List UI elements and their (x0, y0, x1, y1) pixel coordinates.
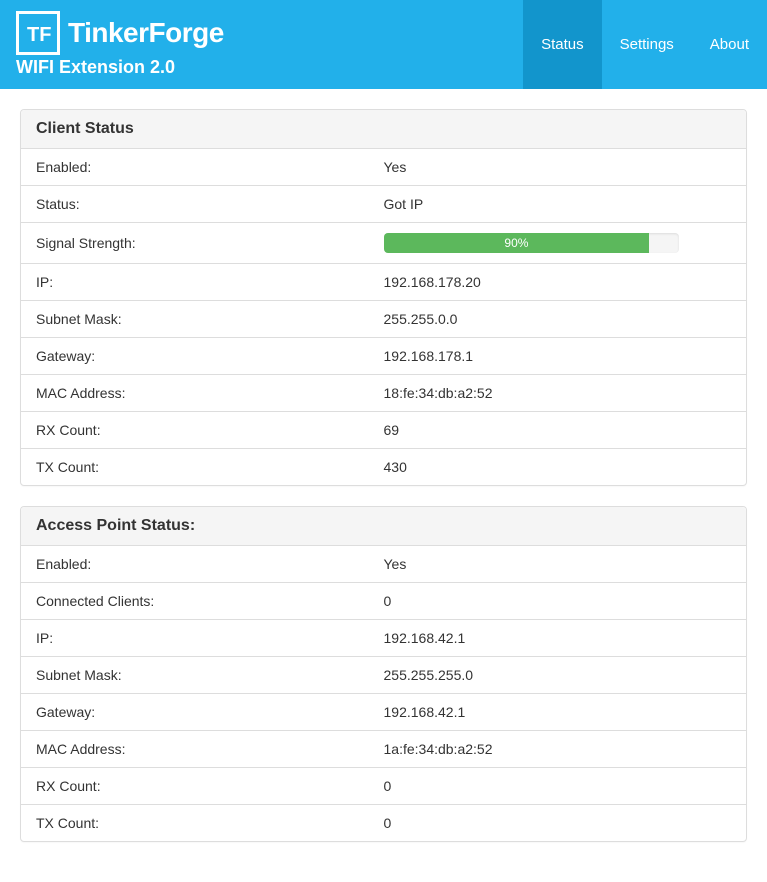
nav-about[interactable]: About (692, 0, 767, 89)
brand-name: TinkerForge (68, 17, 224, 49)
signal-progress-bar: 90% (384, 233, 650, 253)
svg-text:TF: TF (27, 24, 51, 46)
ap-ip-value: 192.168.42.1 (384, 630, 732, 646)
table-row: Subnet Mask: 255.255.0.0 (21, 301, 746, 338)
ap-tx-value: 0 (384, 815, 732, 831)
ap-enabled-value: Yes (384, 556, 732, 572)
table-row: Signal Strength: 90% (21, 223, 746, 264)
nav-status[interactable]: Status (523, 0, 602, 89)
main-content: Client Status Enabled: Yes Status: Got I… (0, 89, 767, 882)
table-row: Status: Got IP (21, 186, 746, 223)
table-row: MAC Address: 18:fe:34:db:a2:52 (21, 375, 746, 412)
client-rx-value: 69 (384, 422, 732, 438)
client-ip-label: IP: (36, 274, 384, 290)
table-row: Enabled: Yes (21, 149, 746, 186)
client-tx-value: 430 (384, 459, 732, 475)
ap-subnet-value: 255.255.255.0 (384, 667, 732, 683)
table-row: Enabled: Yes (21, 546, 746, 583)
client-subnet-value: 255.255.0.0 (384, 311, 732, 327)
nav: Status Settings About (523, 0, 767, 89)
ap-enabled-label: Enabled: (36, 556, 384, 572)
signal-progress: 90% (384, 233, 679, 253)
client-signal-label: Signal Strength: (36, 235, 384, 251)
table-row: RX Count: 69 (21, 412, 746, 449)
client-mac-value: 18:fe:34:db:a2:52 (384, 385, 732, 401)
client-signal-value: 90% (384, 233, 732, 253)
table-row: MAC Address: 1a:fe:34:db:a2:52 (21, 731, 746, 768)
ap-clients-value: 0 (384, 593, 732, 609)
client-mac-label: MAC Address: (36, 385, 384, 401)
ap-status-title: Access Point Status: (21, 507, 746, 546)
ap-gateway-label: Gateway: (36, 704, 384, 720)
brand-subtitle: WIFI Extension 2.0 (16, 57, 224, 78)
table-row: Gateway: 192.168.178.1 (21, 338, 746, 375)
client-status-label: Status: (36, 196, 384, 212)
client-status-value: Got IP (384, 196, 732, 212)
table-row: RX Count: 0 (21, 768, 746, 805)
client-enabled-label: Enabled: (36, 159, 384, 175)
ap-clients-label: Connected Clients: (36, 593, 384, 609)
client-tx-label: TX Count: (36, 459, 384, 475)
client-gateway-label: Gateway: (36, 348, 384, 364)
brand: TF TinkerForge WIFI Extension 2.0 (16, 11, 224, 78)
ap-rx-value: 0 (384, 778, 732, 794)
table-row: Gateway: 192.168.42.1 (21, 694, 746, 731)
client-ip-value: 192.168.178.20 (384, 274, 732, 290)
table-row: Connected Clients: 0 (21, 583, 746, 620)
logo-icon: TF (16, 11, 60, 55)
ap-status-panel: Access Point Status: Enabled: Yes Connec… (20, 506, 747, 842)
nav-settings[interactable]: Settings (602, 0, 692, 89)
table-row: Subnet Mask: 255.255.255.0 (21, 657, 746, 694)
table-row: IP: 192.168.42.1 (21, 620, 746, 657)
table-row: TX Count: 0 (21, 805, 746, 841)
client-gateway-value: 192.168.178.1 (384, 348, 732, 364)
table-row: TX Count: 430 (21, 449, 746, 485)
client-subnet-label: Subnet Mask: (36, 311, 384, 327)
table-row: IP: 192.168.178.20 (21, 264, 746, 301)
ap-rx-label: RX Count: (36, 778, 384, 794)
client-status-title: Client Status (21, 110, 746, 149)
ap-ip-label: IP: (36, 630, 384, 646)
client-status-panel: Client Status Enabled: Yes Status: Got I… (20, 109, 747, 486)
client-rx-label: RX Count: (36, 422, 384, 438)
ap-tx-label: TX Count: (36, 815, 384, 831)
ap-mac-value: 1a:fe:34:db:a2:52 (384, 741, 732, 757)
ap-mac-label: MAC Address: (36, 741, 384, 757)
header: TF TinkerForge WIFI Extension 2.0 Status… (0, 0, 767, 89)
ap-gateway-value: 192.168.42.1 (384, 704, 732, 720)
client-enabled-value: Yes (384, 159, 732, 175)
ap-subnet-label: Subnet Mask: (36, 667, 384, 683)
